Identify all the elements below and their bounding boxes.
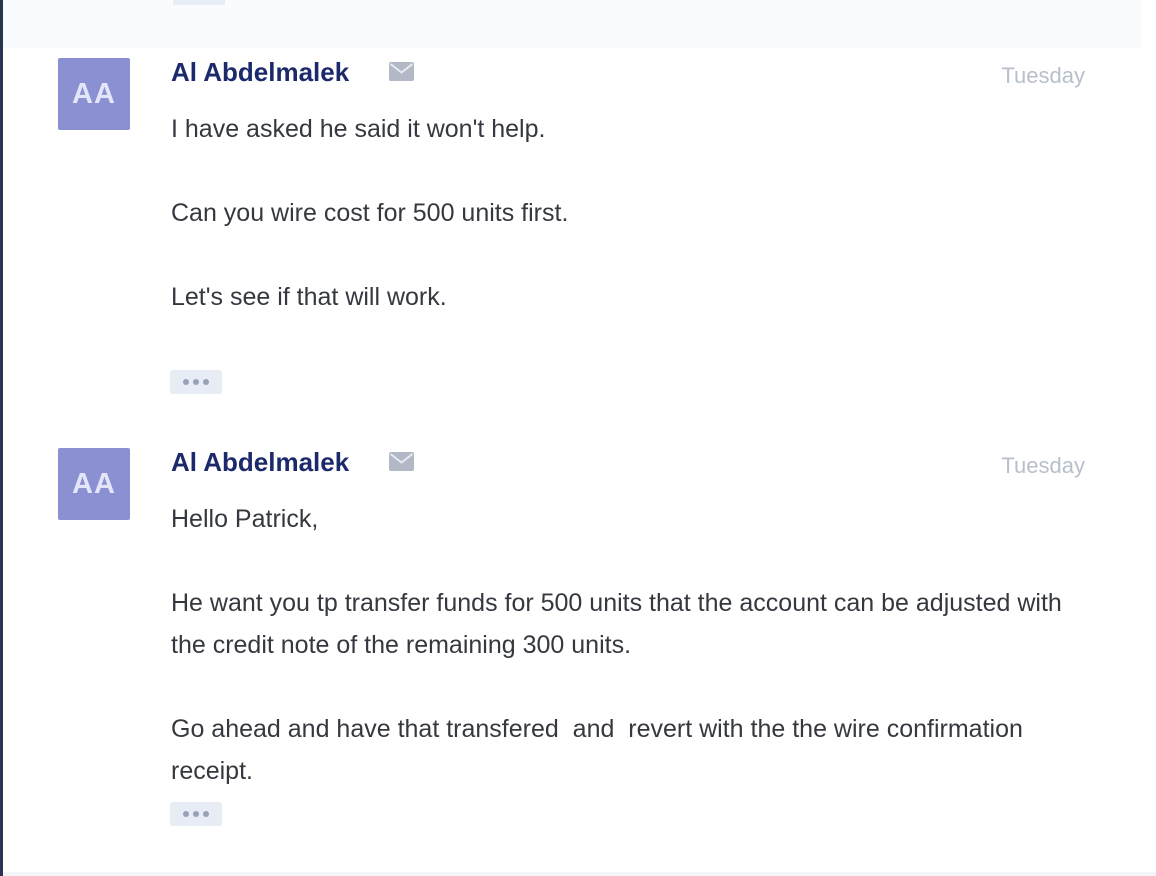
message-paragraph: Let's see if that will work. bbox=[171, 283, 447, 311]
thread-bottom-divider bbox=[3, 872, 1156, 876]
thread-left-border bbox=[0, 0, 3, 876]
message-paragraph: Go ahead and have that transfered and re… bbox=[171, 715, 1030, 785]
ellipsis-icon bbox=[193, 379, 199, 385]
show-more-button[interactable] bbox=[170, 370, 222, 394]
message-paragraph: He want you tp transfer funds for 500 un… bbox=[171, 589, 1062, 659]
sender-name[interactable]: Al Abdelmalek bbox=[171, 447, 349, 477]
message-paragraph: Can you wire cost for 500 units first. bbox=[171, 199, 569, 227]
ellipsis-icon bbox=[183, 811, 189, 817]
message-paragraph: I have asked he said it won't help. bbox=[171, 115, 546, 143]
ellipsis-icon bbox=[203, 379, 209, 385]
previous-message-footer bbox=[3, 0, 1141, 48]
message-body: Hello Patrick, He want you tp transfer f… bbox=[171, 498, 1091, 792]
message-timestamp: Tuesday bbox=[1001, 63, 1085, 88]
envelope-icon[interactable] bbox=[389, 452, 414, 471]
sender-name[interactable]: Al Abdelmalek bbox=[171, 57, 349, 87]
message-body: I have asked he said it won't help. Can … bbox=[171, 108, 1091, 318]
show-more-button[interactable] bbox=[170, 802, 222, 826]
envelope-icon[interactable] bbox=[389, 62, 414, 81]
ellipsis-icon bbox=[203, 811, 209, 817]
sender-avatar: AA bbox=[58, 58, 130, 130]
ellipsis-icon bbox=[193, 811, 199, 817]
ellipsis-icon bbox=[183, 379, 189, 385]
previous-message-more-button[interactable] bbox=[173, 0, 225, 5]
message-paragraph: Hello Patrick, bbox=[171, 505, 319, 533]
message-timestamp: Tuesday bbox=[1001, 453, 1085, 478]
sender-avatar: AA bbox=[58, 448, 130, 520]
